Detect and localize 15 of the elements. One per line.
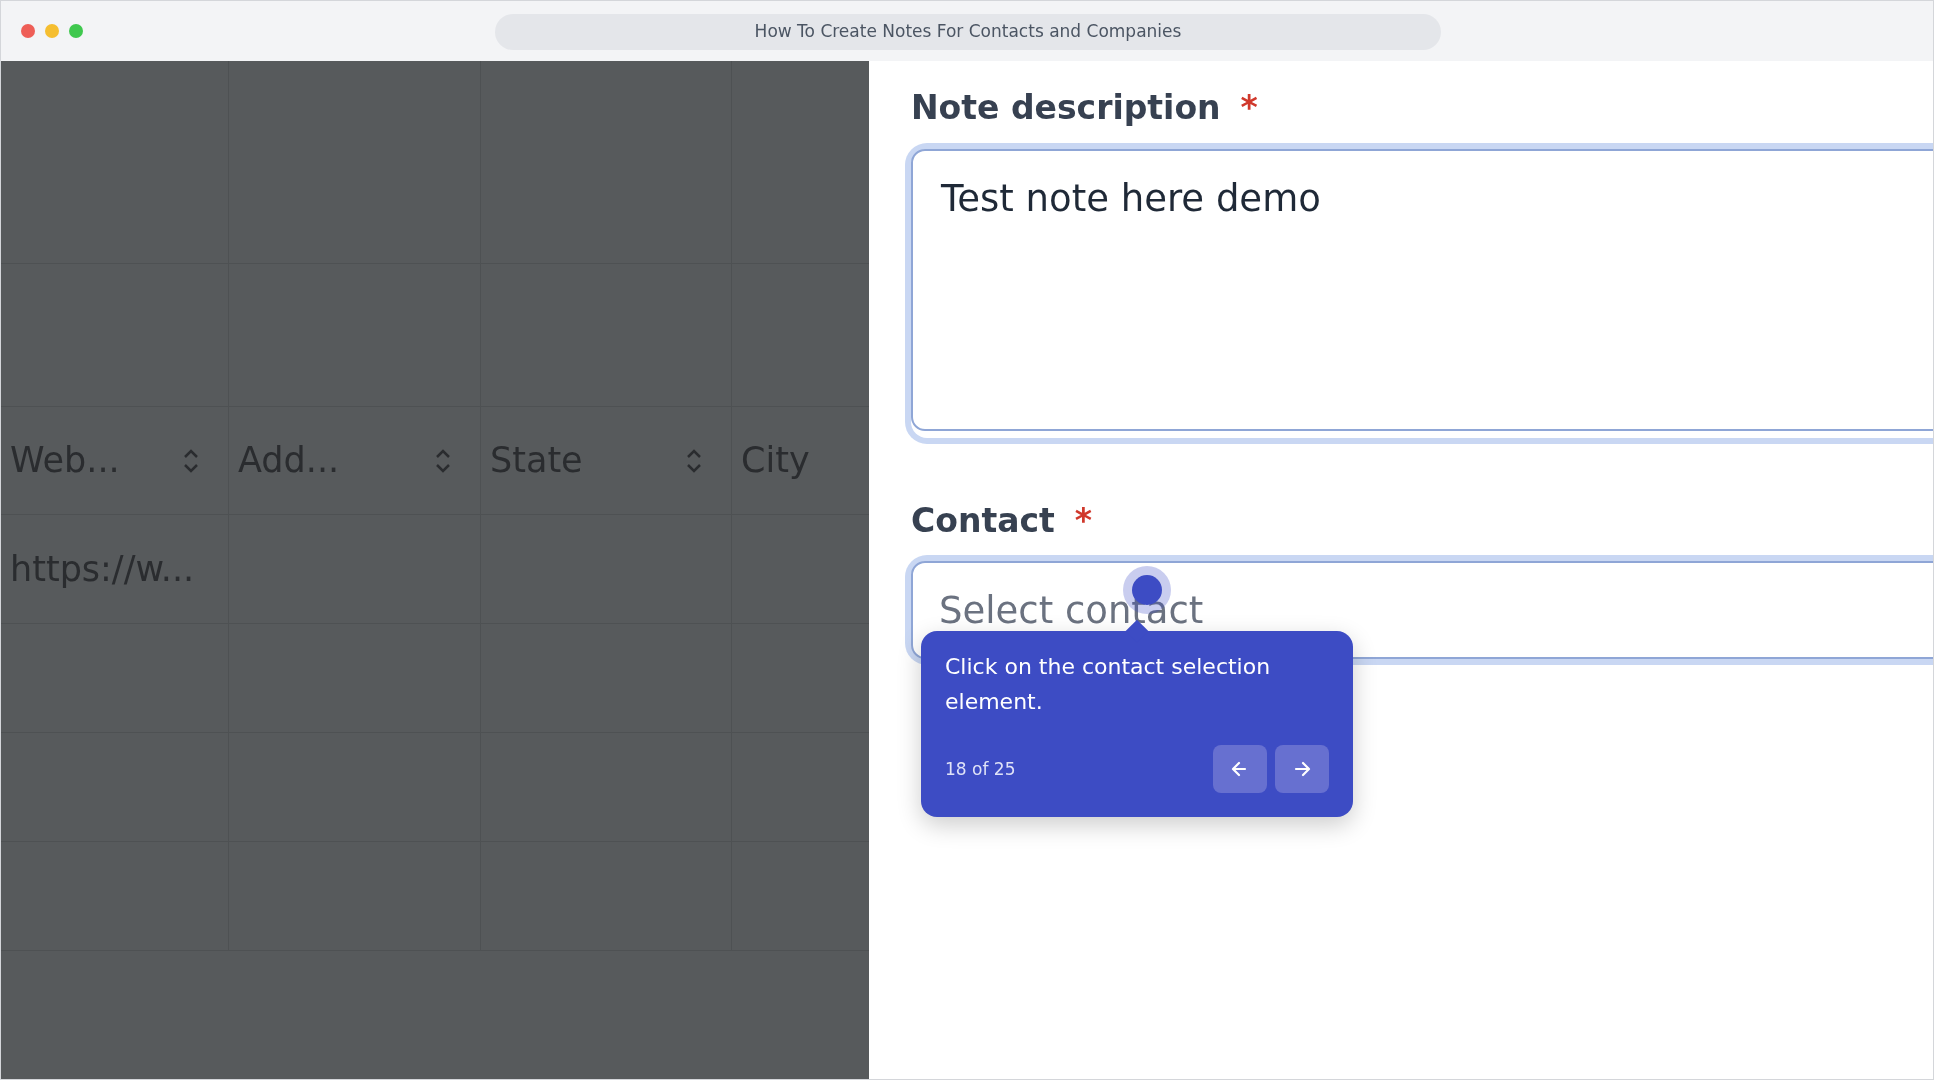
maximize-window-dot[interactable] bbox=[69, 24, 83, 38]
sort-icon[interactable] bbox=[685, 447, 703, 474]
previous-button[interactable] bbox=[1213, 745, 1267, 794]
sort-icon[interactable] bbox=[434, 447, 452, 474]
note-textarea[interactable]: Test note here demo bbox=[911, 148, 1933, 431]
next-button[interactable] bbox=[1275, 745, 1329, 794]
close-window-dot[interactable] bbox=[21, 24, 35, 38]
field-label: Contact bbox=[911, 499, 1055, 542]
window-title: How To Create Notes For Contacts and Companies bbox=[495, 14, 1441, 50]
step-counter: 18 of 25 bbox=[945, 757, 1016, 781]
minimize-window-dot[interactable] bbox=[45, 24, 59, 38]
sort-icon[interactable] bbox=[182, 447, 200, 474]
field-label: Note description bbox=[911, 87, 1221, 129]
required-asterisk: * bbox=[1240, 87, 1258, 129]
required-asterisk: * bbox=[1074, 499, 1093, 542]
